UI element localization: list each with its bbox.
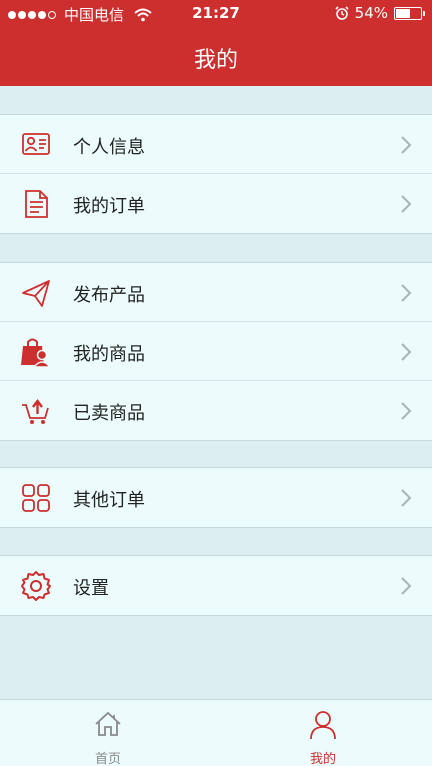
menu-item-my-orders[interactable]: 我的订单 [0,174,432,233]
chevron-right-icon [401,577,412,595]
id-card-icon [22,133,50,155]
tab-bar: 首页 我的 [0,699,432,766]
section-account: 个人信息 我的订单 [0,114,432,234]
battery-icon [394,6,425,20]
menu-label: 我的商品 [73,344,145,365]
battery-cap [423,10,425,16]
section-settings: 设置 [0,555,432,616]
tab-label: 我的 [309,752,336,766]
shopping-bag-user-icon [21,338,52,368]
home-icon [95,711,121,736]
grid-apps-icon [22,484,50,512]
chevron-right-icon [401,343,412,361]
page-title: 我的 [193,48,238,73]
chevron-right-icon [401,489,412,507]
document-icon [25,190,48,218]
menu-label: 已卖商品 [73,403,145,424]
menu-item-personal-info[interactable]: 个人信息 [0,115,432,174]
header-bar: 中国电信 21:27 54% 我的 [0,0,432,86]
chevron-right-icon [401,136,412,154]
tab-label: 首页 [94,752,121,766]
menu-item-publish-product[interactable]: 发布产品 [0,263,432,322]
menu-label: 个人信息 [73,137,145,158]
battery-fill [396,8,411,18]
battery-percent: 54% [354,4,388,22]
status-right: 54% [335,4,425,22]
status-bar: 中国电信 21:27 54% [0,0,432,28]
tab-mine[interactable]: 我的 [263,700,383,766]
menu-label: 设置 [73,578,109,599]
menu-item-my-products[interactable]: 我的商品 [0,322,432,381]
tab-home[interactable]: 首页 [48,700,168,766]
menu-label: 其他订单 [73,490,145,511]
chevron-right-icon [401,402,412,420]
menu-item-sold-products[interactable]: 已卖商品 [0,381,432,440]
paper-plane-icon [22,280,50,307]
chevron-right-icon [401,195,412,213]
menu-label: 我的订单 [73,196,145,217]
gear-icon [21,571,51,601]
section-products: 发布产品 我的商品 已卖商品 [0,262,432,441]
cart-upload-icon [22,399,49,424]
chevron-right-icon [401,284,412,302]
user-icon [310,711,336,740]
menu-item-other-orders[interactable]: 其他订单 [0,468,432,527]
menu-item-settings[interactable]: 设置 [0,556,432,615]
alarm-clock-icon [335,6,349,20]
section-other: 其他订单 [0,467,432,528]
menu-label: 发布产品 [73,285,145,306]
